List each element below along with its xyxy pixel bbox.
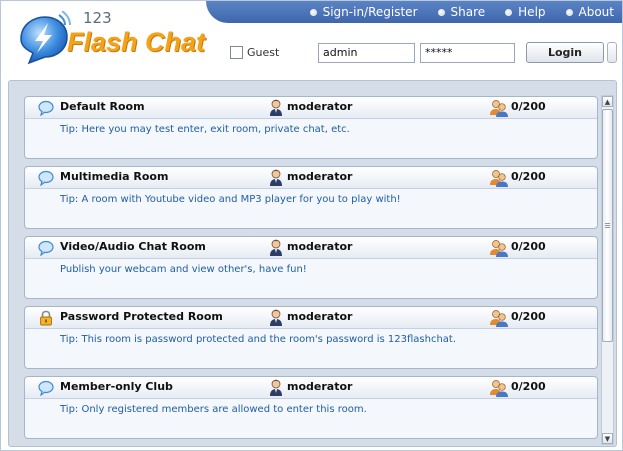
users-icon — [490, 100, 508, 117]
room-tip: Tip: A room with Youtube video and MP3 p… — [60, 194, 401, 205]
user-count: 0/200 — [511, 170, 546, 183]
logo: 123 Flash Chat — [15, 7, 205, 67]
username-input[interactable] — [318, 42, 415, 63]
bullet-icon — [437, 8, 445, 16]
room-item[interactable]: Default Room moderator 0/200 Tip: Here y… — [24, 96, 598, 159]
arrow-up-icon: ▲ — [604, 97, 611, 106]
room-item[interactable]: Password Protected Room moderator 0/200 … — [24, 306, 598, 369]
room-name: Multimedia Room — [60, 170, 169, 183]
users-icon — [490, 310, 508, 327]
scroll-down-button[interactable]: ▼ — [602, 433, 613, 444]
bullet-icon — [309, 8, 317, 16]
login-form: Guest — [230, 42, 515, 63]
users-icon — [490, 240, 508, 257]
login-side-button[interactable] — [607, 42, 617, 63]
room-name: Video/Audio Chat Room — [60, 240, 206, 253]
room-list: Default Room moderator 0/200 Tip: Here y… — [24, 96, 598, 446]
header: Sign-in/Register Share Help About 123 Fl… — [1, 1, 622, 79]
users-icon — [490, 380, 508, 397]
moderator-icon — [270, 379, 282, 396]
moderator-label: moderator — [287, 100, 353, 113]
password-input[interactable] — [420, 42, 515, 63]
nav-label: About — [578, 5, 614, 19]
room-list-scrollbar[interactable]: ▲ ▼ — [601, 95, 614, 445]
users-icon — [490, 170, 508, 187]
nav-item-share[interactable]: Share — [437, 5, 486, 19]
arrow-down-icon: ▼ — [604, 434, 611, 443]
user-count: 0/200 — [511, 380, 546, 393]
room-item[interactable]: Member-only Club moderator 0/200 Tip: On… — [24, 376, 598, 439]
moderator-icon — [270, 99, 282, 116]
chat-bubble-icon — [38, 100, 54, 116]
scroll-up-button[interactable]: ▲ — [602, 96, 613, 107]
nav-label: Help — [518, 5, 546, 19]
moderator-label: moderator — [287, 170, 353, 183]
user-count: 0/200 — [511, 240, 546, 253]
nav-band: Sign-in/Register Share Help About — [206, 1, 622, 23]
nav-item-about[interactable]: About — [565, 5, 614, 19]
chat-lightning-logo-icon — [20, 11, 71, 65]
room-name: Default Room — [60, 100, 145, 113]
nav-label: Sign-in/Register — [322, 5, 418, 19]
nav-label: Share — [450, 5, 486, 19]
login-button[interactable]: Login — [526, 42, 604, 63]
moderator-label: moderator — [287, 240, 353, 253]
bullet-icon — [565, 8, 573, 16]
guest-label: Guest — [247, 46, 280, 59]
scroll-thumb[interactable] — [602, 109, 613, 342]
room-item[interactable]: Video/Audio Chat Room moderator 0/200 Pu… — [24, 236, 598, 299]
chat-bubble-icon — [38, 170, 54, 186]
user-count: 0/200 — [511, 100, 546, 113]
room-panel: Default Room moderator 0/200 Tip: Here y… — [8, 80, 617, 447]
moderator-label: moderator — [287, 380, 353, 393]
room-tip: Tip: Only registered members are allowed… — [60, 404, 367, 415]
logo-name: Flash Chat — [67, 27, 206, 57]
chat-bubble-icon — [38, 240, 54, 256]
room-name: Password Protected Room — [60, 310, 223, 323]
moderator-icon — [270, 169, 282, 186]
user-count: 0/200 — [511, 310, 546, 323]
room-tip: Publish your webcam and view other's, ha… — [60, 264, 307, 275]
room-tip: Tip: This room is password protected and… — [60, 334, 457, 345]
lock-icon — [40, 310, 52, 326]
grip-icon — [605, 223, 610, 228]
nav-item-sign-in-register[interactable]: Sign-in/Register — [309, 5, 418, 19]
moderator-icon — [270, 239, 282, 256]
moderator-label: moderator — [287, 310, 353, 323]
room-name: Member-only Club — [60, 380, 173, 393]
logo-prefix: 123 — [83, 9, 112, 27]
top-nav: Sign-in/Register Share Help About — [309, 1, 614, 23]
room-item[interactable]: Multimedia Room moderator 0/200 Tip: A r… — [24, 166, 598, 229]
bullet-icon — [505, 8, 513, 16]
app-window: Sign-in/Register Share Help About 123 Fl… — [0, 0, 623, 451]
moderator-icon — [270, 309, 282, 326]
chat-bubble-icon — [38, 380, 54, 396]
nav-item-help[interactable]: Help — [505, 5, 546, 19]
guest-checkbox[interactable] — [230, 46, 243, 59]
room-tip: Tip: Here you may test enter, exit room,… — [60, 124, 350, 135]
